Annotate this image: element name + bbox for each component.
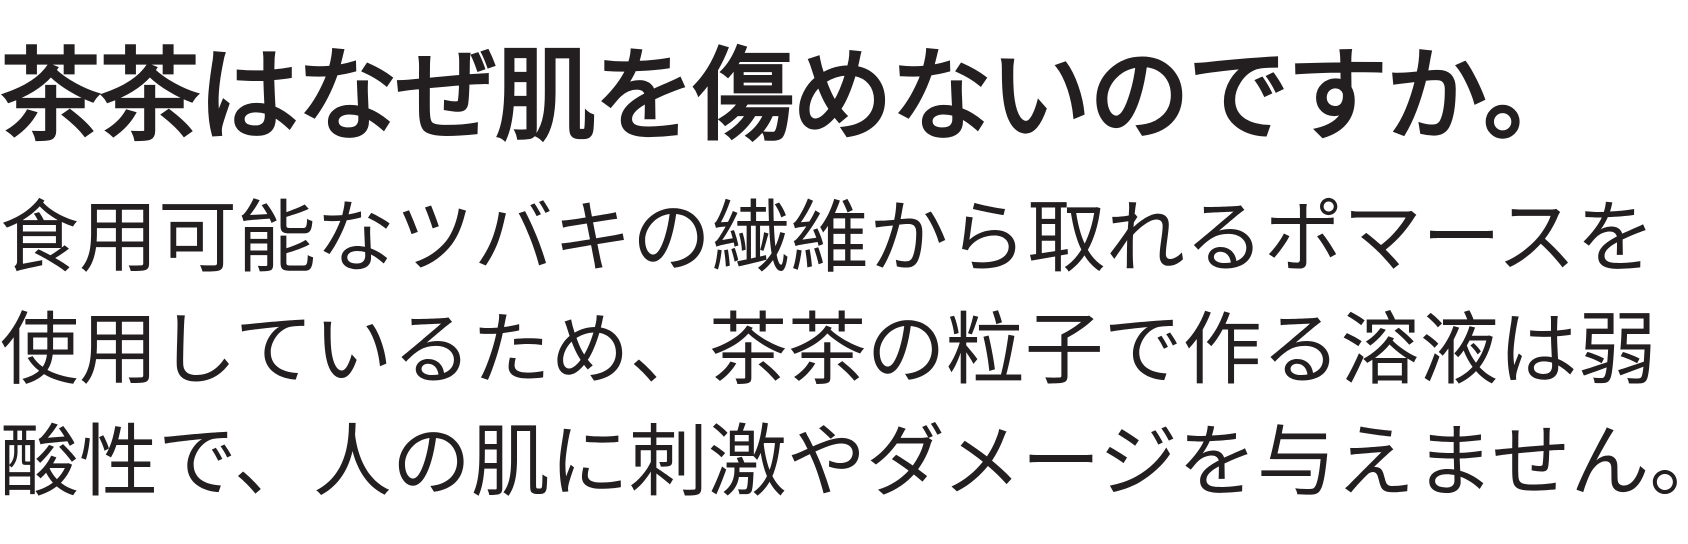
paragraph-line-2: 使用しているため、茶茶の粒子で作る溶液は弱: [0, 304, 1657, 396]
page-title: 茶茶はなぜ肌を傷めないのですか。: [0, 37, 1584, 155]
document-page: 茶茶はなぜ肌を傷めないのですか。 食用可能なツバキの繊維から取れるポマースを 使…: [0, 0, 1688, 544]
paragraph-line-3: 酸性で、人の肌に刺激やダメージを与えません。: [0, 416, 1688, 508]
paragraph-line-1: 食用可能なツバキの繊維から取れるポマースを: [0, 192, 1656, 284]
